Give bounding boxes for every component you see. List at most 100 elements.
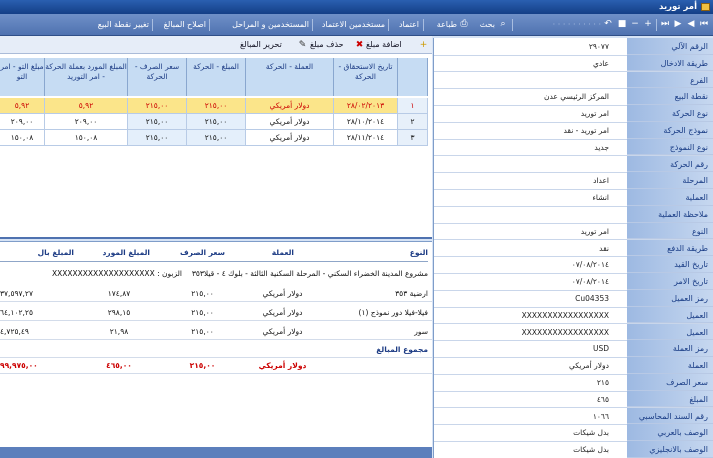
property-row[interactable]: نموذج الحركة امر توريد - نقد [434, 122, 713, 140]
property-value[interactable]: امر توريد [439, 223, 609, 240]
print-button[interactable]: طباعة [437, 17, 457, 32]
delete-icon[interactable]: − [630, 19, 640, 29]
grid-cell-rate[interactable]: ٢١٥,٠٠ [128, 114, 187, 130]
edit-amounts-button[interactable]: تحرير المبالغ [240, 39, 282, 51]
property-value[interactable]: عادي [439, 55, 609, 72]
grid-cell-cur[interactable]: دولار أمريكي [246, 130, 334, 146]
property-value[interactable]: Cu04353 [439, 290, 609, 307]
property-row[interactable]: طريقة الادخال عادي [434, 54, 713, 73]
property-value[interactable]: ٠٧/٠٨/٢٠١٤ [439, 256, 609, 273]
property-row[interactable]: ملاحظة العملية [434, 206, 713, 224]
property-value[interactable]: USD [439, 340, 609, 357]
add-amount-button[interactable]: اضافة مبلغ [366, 39, 402, 51]
undo-icon[interactable]: ↶ [603, 19, 613, 29]
grid-cell-rate[interactable]: ٢١٥,٠٠ [128, 130, 187, 146]
property-row[interactable]: رقم السند المحاسبي ١٠٦٦ [434, 407, 713, 426]
grid-cell-amt[interactable]: ٢١٥,٠٠ [187, 114, 246, 130]
property-row[interactable]: المبلغ ٤٦٥ [434, 390, 713, 409]
property-value[interactable]: المركز الرئيسي عدن [439, 88, 609, 105]
property-row[interactable]: الفرع [434, 71, 713, 90]
property-row[interactable]: رمز العملة USD [434, 340, 713, 358]
add-icon[interactable]: + [643, 19, 653, 29]
grid-cell-amt[interactable]: ٢١٥,٠٠ [187, 98, 246, 114]
approval-users-button[interactable]: مستخدمين الاعتماد [322, 17, 385, 32]
property-value[interactable]: اعداد [439, 172, 609, 189]
property-value[interactable]: XXXXXXXXXXXXXXXXX [439, 324, 609, 341]
property-row[interactable]: طريقة الدفع نقد [434, 239, 713, 258]
property-value[interactable]: امر توريد - نقد [439, 122, 609, 139]
add-amount-icon[interactable]: + [418, 39, 429, 51]
property-value[interactable]: بدل شيكات [439, 424, 609, 441]
property-value[interactable]: ١٠٦٦ [439, 408, 609, 425]
grid-cell-sup[interactable]: ١٥٠,٠٨ [45, 130, 128, 146]
save-icon[interactable]: ■ [617, 19, 627, 29]
users-stages-button[interactable]: المستخدمين و المراحل [232, 17, 309, 32]
property-value[interactable] [439, 156, 609, 173]
property-value[interactable]: بدل شيكات [439, 441, 609, 458]
fix-amounts-button[interactable]: اصلاح المبالغ [164, 17, 206, 32]
grid-cell-n[interactable]: ١ [398, 98, 428, 114]
delete-amount-icon[interactable]: ✖ [354, 39, 365, 51]
first-record-icon[interactable]: ⏮ [699, 19, 709, 29]
edit-amounts-icon[interactable]: ✎ [297, 39, 308, 51]
grid-cell-last[interactable]: ١٥٠,٠٨ [0, 130, 45, 146]
search-button[interactable]: بحث [480, 17, 495, 32]
property-value[interactable]: ٠٧/٠٨/٢٠١٤ [439, 273, 609, 290]
property-row[interactable]: العملة دولار أمريكي [434, 357, 713, 375]
property-row[interactable]: رمز العميل Cu04353 [434, 290, 713, 308]
currency-header[interactable]: العملة - الحركة [246, 58, 334, 96]
property-value[interactable] [439, 206, 609, 223]
delete-amount-button[interactable]: حذف مبلغ [310, 39, 344, 51]
property-row[interactable]: النوع امر توريد [434, 222, 713, 241]
property-row[interactable]: العميل XXXXXXXXXXXXXXXXX [434, 323, 713, 342]
amount-header[interactable]: المبلغ - الحركة [187, 58, 246, 96]
approve-button[interactable]: اعتماد [399, 17, 419, 32]
grid-cell-sup[interactable]: ٢٠٩,٠٠ [45, 114, 128, 130]
grid-cell-date[interactable]: ٢٨/٠٢/٢٠١٣ [334, 98, 398, 114]
property-value[interactable]: نقد [439, 240, 609, 257]
grid-cell-cur[interactable]: دولار أمريكي [246, 98, 334, 114]
property-row[interactable]: تاريخ الامر ٠٧/٠٨/٢٠١٤ [434, 273, 713, 291]
due-date-header[interactable]: تاريخ الاستحقاق - الحركة [334, 58, 398, 96]
property-value[interactable]: XXXXXXXXXXXXXXXXX [439, 307, 609, 324]
property-row[interactable]: تاريخ القيد ٠٧/٠٨/٢٠١٤ [434, 256, 713, 274]
grid-row[interactable]: ٣ ٢٨/١١/٢٠١٤ دولار أمريكي ٢١٥,٠٠ ٢١٥,٠٠ ١٥٠,٠… [0, 130, 432, 146]
property-row[interactable]: نوع الحركة امر توريد [434, 105, 713, 123]
property-row[interactable]: نقطة البيع المركز الرئيسي عدن [434, 88, 713, 106]
property-value[interactable] [439, 72, 609, 89]
property-row[interactable]: رقم الحركة [434, 155, 713, 174]
grid-cell-last[interactable]: ٥,٩٢ [0, 98, 45, 114]
property-row[interactable]: نوع النموذج جديد [434, 138, 713, 157]
property-value[interactable]: ٢٩٠٧٧ [439, 38, 609, 55]
property-value[interactable]: ٢١٥ [439, 374, 609, 391]
last-record-icon[interactable]: ⏭ [660, 19, 670, 29]
property-value[interactable]: ٤٦٥ [439, 391, 609, 408]
property-row[interactable]: المرحلة اعداد [434, 172, 713, 190]
property-row[interactable]: العملية انشاء [434, 189, 713, 207]
property-value[interactable]: امر توريد [439, 105, 609, 122]
property-row[interactable]: الوصف بالعربي بدل شيكات [434, 424, 713, 442]
change-sales-point-button[interactable]: تغيير نقطة البيع [98, 17, 149, 32]
grid-cell-cur[interactable]: دولار أمريكي [246, 114, 334, 130]
grid-cell-last[interactable]: ٢٠٩,٠٠ [0, 114, 45, 130]
grid-cell-rate[interactable]: ٢١٥,٠٠ [128, 98, 187, 114]
search-icon[interactable]: ⌕ [498, 19, 508, 29]
grid-cell-date[interactable]: ٢٨/١٠/٢٠١٤ [334, 114, 398, 130]
property-row[interactable]: الرقم الآلي ٢٩٠٧٧ [434, 38, 713, 56]
grid-row[interactable]: ١ ٢٨/٠٢/٢٠١٣ دولار أمريكي ٢١٥,٠٠ ٢١٥,٠٠ ٥,٩٢ ٥… [0, 98, 432, 114]
property-row[interactable]: العميل XXXXXXXXXXXXXXXXX [434, 306, 713, 325]
order-amount-header[interactable]: مبلغ التو - امر التو [0, 58, 45, 96]
supplied-amount-header[interactable]: المبلغ المورد بعملة الحركة - امر التوريد [45, 58, 128, 96]
property-value[interactable]: جديد [439, 139, 609, 156]
grid-cell-n[interactable]: ٣ [398, 130, 428, 146]
next-record-icon[interactable]: ▶ [673, 19, 683, 29]
grid-cell-sup[interactable]: ٥,٩٢ [45, 98, 128, 114]
grid-cell-date[interactable]: ٢٨/١١/٢٠١٤ [334, 130, 398, 146]
property-row[interactable]: الوصف بالانجليزي بدل شيكات [434, 441, 713, 458]
property-value[interactable]: انشاء [439, 189, 609, 206]
property-value[interactable]: دولار أمريكي [439, 357, 609, 374]
grid-cell-amt[interactable]: ٢١٥,٠٠ [187, 130, 246, 146]
property-row[interactable]: سعر الصرف ٢١٥ [434, 374, 713, 392]
grid-cell-n[interactable]: ٢ [398, 114, 428, 130]
previous-record-icon[interactable]: ◀ [686, 19, 696, 29]
